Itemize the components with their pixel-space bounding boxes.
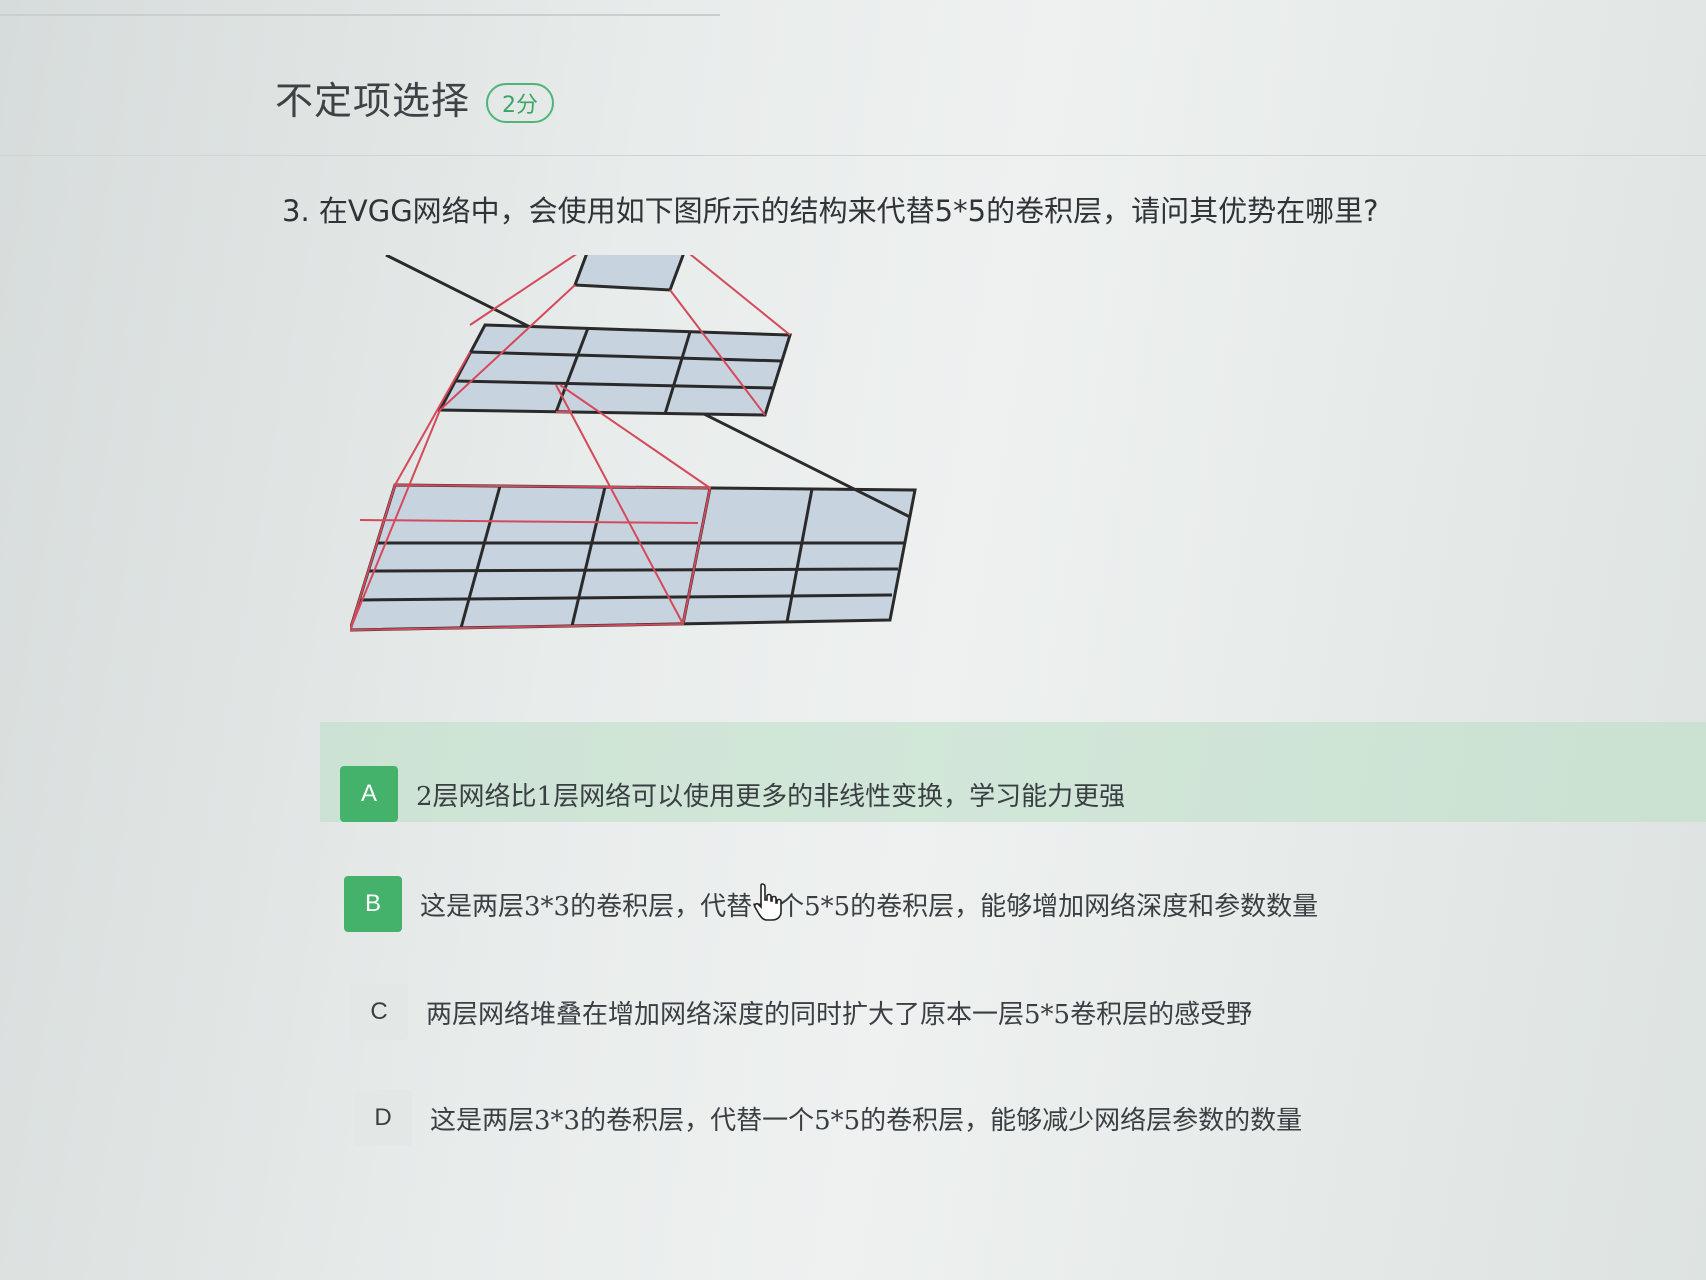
option-d-text: 这是两层3*3的卷积层，代替一个5*5的卷积层，能够减少网络层参数的数量	[430, 1105, 1303, 1136]
option-c-text: 两层网络堆叠在增加网络深度的同时扩大了原本一层5*5卷积层的感受野	[426, 999, 1253, 1030]
question-stem: 3. 在VGG网络中，会使用如下图所示的结构来代替5*5的卷积层，请问其优势在哪…	[282, 188, 1378, 230]
section-header: 不定项选择 2分	[275, 70, 555, 125]
convolution-diagram	[350, 255, 917, 632]
option-a-badge: A	[340, 766, 398, 822]
option-c-badge: C	[350, 984, 408, 1040]
section-title: 不定项选择	[275, 79, 471, 123]
option-b[interactable]: B 这是两层3*3的卷积层，代替一个5*5的卷积层，能够增加网络深度和参数数量	[344, 872, 1318, 936]
input-grid-5x5	[350, 255, 917, 632]
header-divider	[0, 155, 1706, 156]
top-divider	[0, 14, 720, 16]
option-b-text: 这是两层3*3的卷积层，代替一个5*5的卷积层，能够增加网络深度和参数数量	[420, 891, 1319, 922]
middle-grid-3x3	[437, 323, 793, 417]
output-cell	[572, 255, 685, 292]
option-a-text: 2层网络比1层网络可以使用更多的非线性变换，学习能力更强	[416, 781, 1126, 812]
option-d-badge: D	[354, 1090, 412, 1146]
question-number: 3.	[282, 194, 310, 228]
score-badge: 2分	[486, 82, 555, 123]
question-text: 在VGG网络中，会使用如下图所示的结构来代替5*5的卷积层，请问其优势在哪里?	[318, 194, 1379, 228]
option-b-badge: B	[344, 876, 402, 932]
quiz-page: 不定项选择 2分 3. 在VGG网络中，会使用如下图所示的结构来代替5*5的卷积…	[0, 0, 1706, 1280]
option-d[interactable]: D 这是两层3*3的卷积层，代替一个5*5的卷积层，能够减少网络层参数的数量	[354, 1086, 1302, 1150]
option-c[interactable]: C 两层网络堆叠在增加网络深度的同时扩大了原本一层5*5卷积层的感受野	[350, 980, 1252, 1044]
hand-pointer-icon	[753, 883, 782, 921]
option-a[interactable]: A 2层网络比1层网络可以使用更多的非线性变换，学习能力更强	[340, 762, 1125, 826]
